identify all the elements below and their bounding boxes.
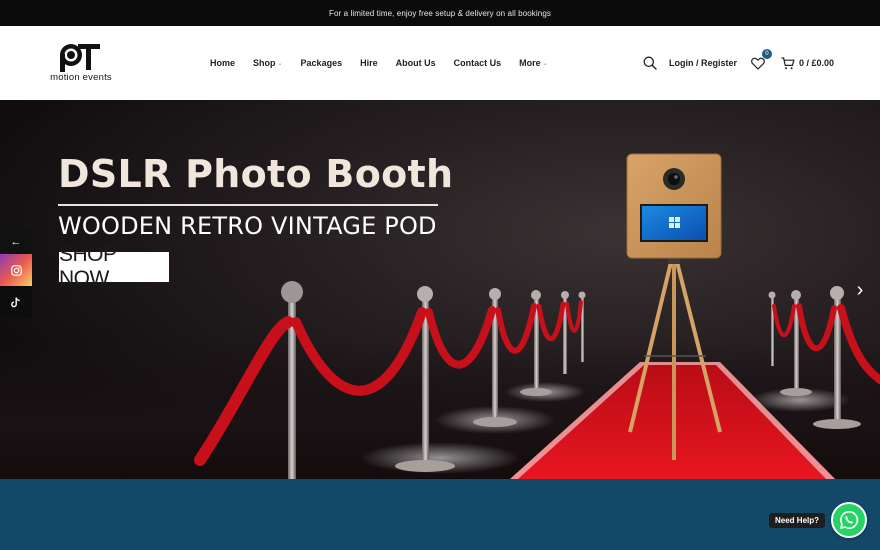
nav-label: Shop [253, 58, 276, 68]
nav-label: Home [210, 58, 236, 68]
main-nav: Home Shop ⌄ Packages Hire About Us Contac… [210, 26, 566, 100]
cart-icon[interactable] [781, 56, 795, 70]
chevron-down-icon: ⌄ [542, 60, 548, 67]
tiktok-icon [11, 296, 20, 307]
logo-text: motion events [50, 72, 112, 83]
nav-item-about-us[interactable]: About Us [396, 58, 436, 68]
hero-slider: DSLR Photo Booth WOODEN RETRO VINTAGE PO… [0, 100, 880, 479]
slider-next-icon[interactable]: › [852, 278, 868, 302]
instagram-icon [10, 264, 22, 276]
nav-label: About Us [395, 58, 436, 68]
wishlist-button[interactable]: 0 [749, 49, 772, 72]
chevron-down-icon: ⌄ [277, 60, 283, 67]
instagram-link[interactable] [0, 254, 32, 286]
nav-label: Contact Us [453, 58, 502, 68]
nav-item-more[interactable]: More ⌄ [519, 58, 548, 68]
header-actions: Login / Register 0 0 / £0.00 [643, 26, 834, 100]
nav-label: More [519, 58, 541, 68]
tiktok-link[interactable] [0, 286, 32, 318]
wishlist-count-badge: 0 [761, 49, 772, 59]
announcement-text: For a limited time, enjoy free setup & d… [329, 8, 551, 18]
hero-title: DSLR Photo Booth [58, 152, 454, 196]
hero-subtitle: WOODEN RETRO VINTAGE POD [58, 212, 437, 240]
nav-item-contact-us[interactable]: Contact Us [454, 58, 502, 68]
whatsapp-button[interactable] [831, 502, 867, 538]
social-sidebar: ← [0, 230, 32, 318]
need-help-label[interactable]: Need Help? [769, 513, 826, 528]
logo-mark-icon [60, 44, 100, 72]
nav-item-home[interactable]: Home [210, 58, 235, 68]
cart-total[interactable]: 0 / £0.00 [799, 58, 834, 68]
hero-divider [58, 204, 438, 206]
whatsapp-icon [840, 510, 859, 529]
nav-label: Packages [300, 58, 343, 68]
content-section [0, 479, 880, 550]
shop-now-button[interactable]: SHOP NOW [59, 243, 169, 290]
page: For a limited time, enjoy free setup & d… [0, 0, 880, 550]
nav-label: Hire [360, 58, 378, 68]
arrow-left-icon: ← [10, 236, 22, 248]
site-header: motion events Home Shop ⌄ Packages Hire A… [0, 26, 880, 100]
share-toggle-button[interactable]: ← [0, 230, 32, 254]
nav-item-packages[interactable]: Packages [301, 58, 343, 68]
nav-item-hire[interactable]: Hire [360, 58, 378, 68]
nav-item-shop[interactable]: Shop ⌄ [253, 58, 283, 68]
login-register-link[interactable]: Login / Register [669, 58, 737, 68]
heart-icon [751, 57, 765, 70]
announcement-bar: For a limited time, enjoy free setup & d… [0, 0, 880, 26]
search-icon[interactable] [643, 56, 657, 70]
site-logo[interactable]: motion events [44, 42, 118, 86]
